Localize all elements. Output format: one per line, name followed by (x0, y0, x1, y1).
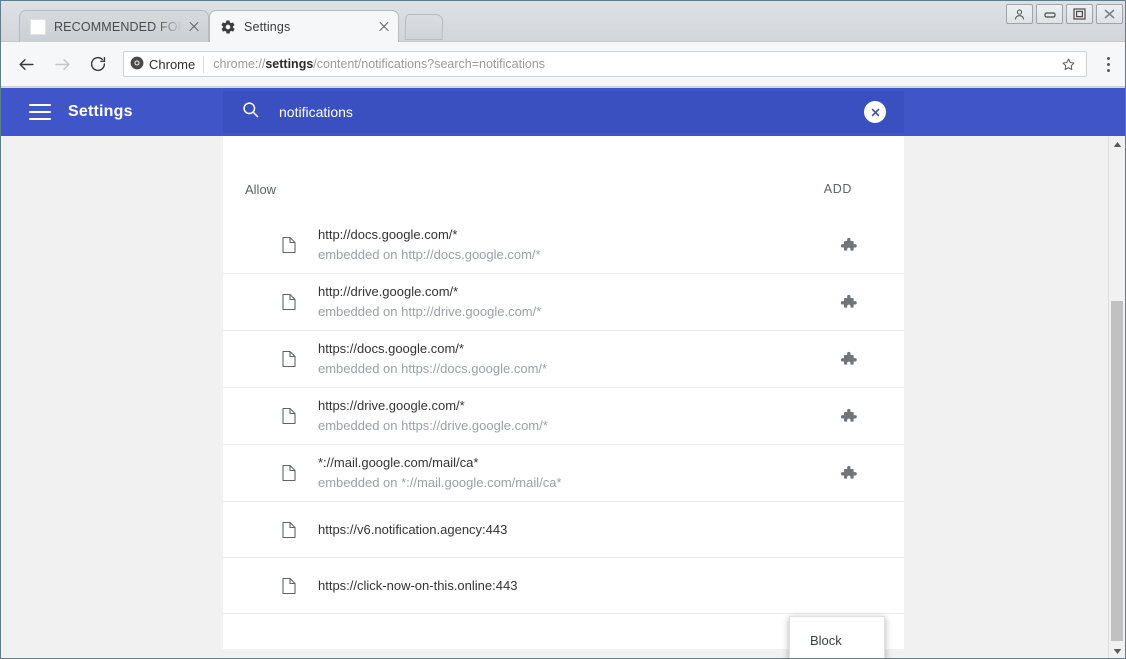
tab-strip: RECOMMENDED FOR YOU Settings (1, 1, 1125, 42)
allow-label: Allow (245, 181, 277, 197)
add-button[interactable]: ADD (818, 178, 858, 200)
profile-button[interactable] (1006, 4, 1033, 24)
back-arrow-icon[interactable] (11, 49, 41, 79)
allow-section-header: Allow ADD (223, 136, 904, 200)
document-icon (281, 521, 297, 539)
new-tab-button[interactable] (404, 14, 444, 40)
chrome-origin-chip: Chrome (130, 55, 205, 73)
tab-title: Settings (244, 19, 291, 34)
document-icon (281, 350, 297, 368)
site-embedded-on: embedded on https://docs.google.com/* (318, 361, 548, 376)
document-icon (281, 577, 297, 595)
table-row[interactable]: https://drive.google.com/* embedded on ht… (223, 388, 904, 445)
maximize-button[interactable] (1066, 4, 1093, 24)
site-entry-text: https://v6.notification.agency:443 (285, 521, 838, 539)
document-icon (281, 407, 297, 425)
notifications-settings-card: Allow ADD http://docs.google.com/* embedd… (223, 136, 904, 649)
puzzle-piece-icon[interactable] (838, 292, 858, 312)
browser-window: RECOMMENDED FOR YOU Settings (0, 0, 1126, 659)
site-url: https://v6.notification.agency:443 (318, 521, 508, 537)
puzzle-piece-icon[interactable] (838, 463, 858, 483)
allowed-sites-list: http://docs.google.com/* embedded on http… (223, 217, 904, 614)
site-embedded-on: embedded on https://drive.google.com/* (318, 418, 548, 433)
menu-item-block[interactable]: Block (790, 624, 884, 656)
chrome-chip-label: Chrome (149, 56, 196, 72)
page-scrollbar[interactable] (1108, 136, 1125, 658)
site-entry-text: http://drive.google.com/* embedded on htt… (285, 283, 838, 321)
chrome-logo-icon (130, 56, 144, 73)
address-bar-url: chrome://settings/content/notifications?… (213, 57, 546, 71)
search-input[interactable] (279, 104, 864, 120)
address-bar[interactable]: Chrome chrome://settings/content/notific… (123, 51, 1087, 77)
site-entry-text: https://click-now-on-this.online:443 (285, 577, 838, 595)
settings-page-body: Allow ADD http://docs.google.com/* embedd… (1, 136, 1125, 658)
table-row[interactable]: https://docs.google.com/* embedded on htt… (223, 331, 904, 388)
site-url: *://mail.google.com/mail/ca* (318, 455, 479, 470)
site-action-placeholder (838, 576, 858, 596)
blank-favicon (30, 18, 46, 35)
scrollbar-thumb[interactable] (1111, 301, 1123, 641)
site-entry-text: https://drive.google.com/* embedded on ht… (285, 397, 838, 435)
table-row[interactable]: http://drive.google.com/* embedded on htt… (223, 274, 904, 331)
hamburger-icon[interactable] (29, 104, 51, 120)
site-context-menu: BlockEditRemove (789, 616, 885, 658)
search-icon (241, 100, 261, 124)
site-entry-text: *://mail.google.com/mail/ca* embedded on … (285, 454, 838, 492)
table-row[interactable]: http://docs.google.com/* embedded on http… (223, 217, 904, 274)
site-embedded-on: embedded on *://mail.google.com/mail/ca* (318, 475, 562, 490)
forward-arrow-icon[interactable] (47, 49, 77, 79)
minimize-button[interactable] (1036, 4, 1063, 24)
clear-x-icon[interactable] (864, 101, 886, 123)
scroll-up-arrow-icon[interactable] (1109, 136, 1125, 153)
site-url: http://docs.google.com/* (318, 227, 458, 242)
puzzle-piece-icon[interactable] (838, 235, 858, 255)
document-icon (281, 293, 297, 311)
puzzle-piece-icon[interactable] (838, 406, 858, 426)
gear-icon (220, 19, 236, 35)
tab-close-icon[interactable] (376, 19, 392, 35)
table-row[interactable]: https://click-now-on-this.online:443 (223, 558, 904, 614)
document-icon (281, 464, 297, 482)
site-url: http://drive.google.com/* (318, 284, 459, 299)
tab-close-icon[interactable] (186, 19, 202, 35)
site-action-placeholder (838, 520, 858, 540)
close-button[interactable] (1096, 4, 1123, 24)
site-entry-text: https://docs.google.com/* embedded on htt… (285, 340, 838, 378)
site-entry-text: http://docs.google.com/* embedded on http… (285, 226, 838, 264)
three-dot-menu-icon[interactable] (1095, 49, 1121, 79)
star-icon[interactable] (1056, 52, 1080, 76)
reload-icon[interactable] (83, 49, 113, 79)
page-title: Settings (68, 103, 133, 120)
tab-title: RECOMMENDED FOR YOU (54, 19, 182, 34)
table-row[interactable]: https://v6.notification.agency:443 (223, 502, 904, 558)
tab-recommended-for-you[interactable]: RECOMMENDED FOR YOU (19, 10, 209, 42)
site-embedded-on: embedded on http://drive.google.com/* (318, 304, 542, 319)
document-icon (281, 236, 297, 254)
site-url: https://drive.google.com/* (318, 398, 465, 413)
puzzle-piece-icon[interactable] (838, 349, 858, 369)
window-controls (1006, 4, 1123, 24)
site-url: https://click-now-on-this.online:443 (318, 577, 518, 593)
table-row[interactable]: *://mail.google.com/mail/ca* embedded on … (223, 445, 904, 502)
site-embedded-on: embedded on http://docs.google.com/* (318, 247, 541, 262)
browser-toolbar: Chrome chrome://settings/content/notific… (1, 42, 1125, 87)
settings-search-box[interactable] (223, 91, 904, 133)
scroll-down-arrow-icon[interactable] (1109, 643, 1125, 658)
tab-settings[interactable]: Settings (209, 10, 399, 42)
site-url: https://docs.google.com/* (318, 341, 464, 356)
